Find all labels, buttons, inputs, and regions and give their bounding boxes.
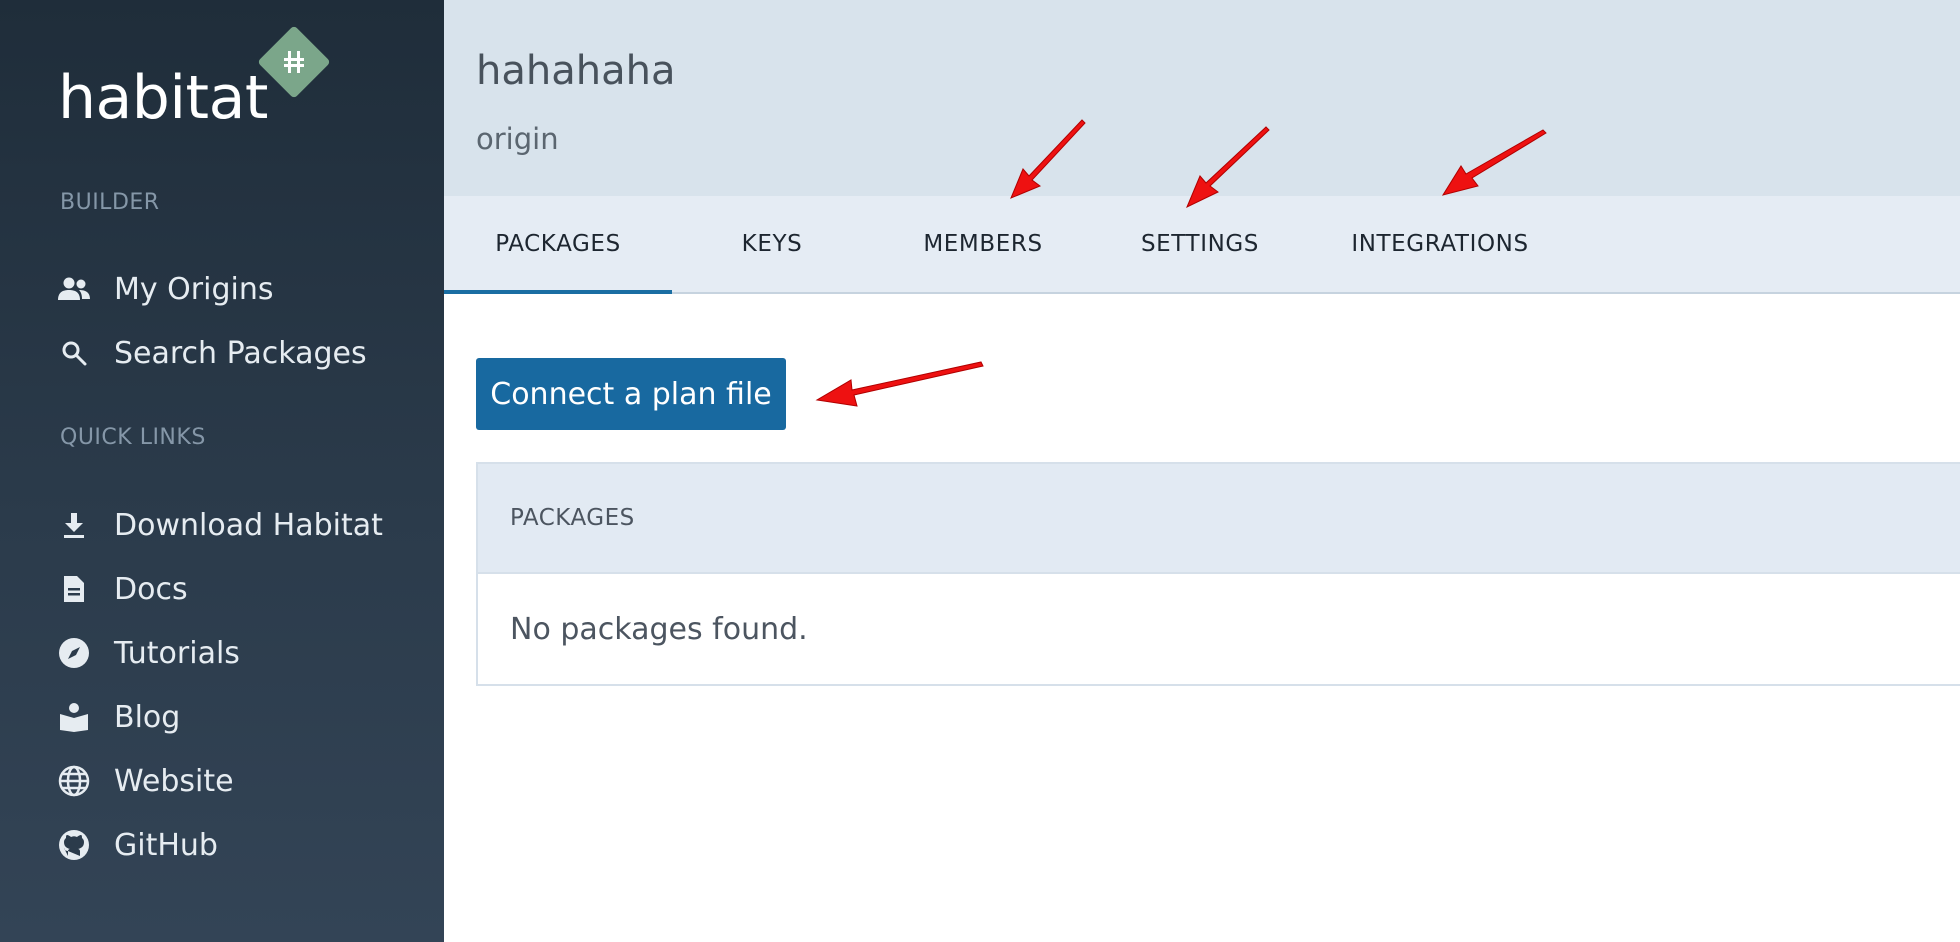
globe-icon bbox=[56, 763, 92, 799]
tab-members[interactable]: MEMBERS bbox=[872, 196, 1094, 292]
page-title: hahahaha bbox=[476, 48, 676, 94]
sidebar-item-label: Docs bbox=[114, 571, 188, 607]
sidebar-item-label: Search Packages bbox=[114, 335, 367, 371]
github-icon bbox=[56, 827, 92, 863]
tab-settings[interactable]: SETTINGS bbox=[1094, 196, 1306, 292]
sidebar-item-label: Blog bbox=[114, 699, 181, 735]
sidebar-item-github[interactable]: GitHub bbox=[56, 820, 218, 870]
tab-bar: PACKAGES KEYS MEMBERS SETTINGS INTEGRATI… bbox=[444, 196, 1960, 294]
book-reader-icon bbox=[56, 699, 92, 735]
packages-panel: PACKAGES No packages found. bbox=[476, 462, 1960, 686]
sidebar: habitat BUILDER My Origins Search Packag… bbox=[0, 0, 444, 942]
sidebar-item-my-origins[interactable]: My Origins bbox=[56, 264, 273, 314]
origin-header: hahahaha origin bbox=[444, 0, 1960, 196]
arrow-connect-button-icon bbox=[815, 361, 984, 407]
packages-panel-heading: PACKAGES bbox=[478, 464, 1960, 574]
sidebar-item-search-packages[interactable]: Search Packages bbox=[56, 328, 367, 378]
tab-packages[interactable]: PACKAGES bbox=[444, 196, 672, 294]
logo-diamond-icon bbox=[257, 25, 331, 99]
logo-text: habitat bbox=[58, 63, 268, 133]
sidebar-item-label: Tutorials bbox=[114, 635, 240, 671]
tab-integrations[interactable]: INTEGRATIONS bbox=[1306, 196, 1574, 292]
sidebar-item-download-habitat[interactable]: Download Habitat bbox=[56, 500, 383, 550]
connect-plan-file-button[interactable]: Connect a plan file bbox=[476, 358, 786, 430]
sidebar-item-label: GitHub bbox=[114, 827, 218, 863]
sidebar-item-label: Download Habitat bbox=[114, 507, 383, 543]
sidebar-item-blog[interactable]: Blog bbox=[56, 692, 180, 742]
sidebar-item-label: My Origins bbox=[114, 271, 274, 307]
builder-heading: BUILDER bbox=[60, 190, 160, 215]
people-icon bbox=[56, 271, 92, 307]
compass-icon bbox=[56, 635, 92, 671]
sidebar-item-docs[interactable]: Docs bbox=[56, 564, 188, 614]
empty-state-message: No packages found. bbox=[510, 611, 808, 647]
sidebar-item-tutorials[interactable]: Tutorials bbox=[56, 628, 240, 678]
tab-keys[interactable]: KEYS bbox=[672, 196, 872, 292]
download-icon bbox=[56, 507, 92, 543]
quick-links-heading: QUICK LINKS bbox=[60, 425, 206, 450]
document-icon bbox=[56, 571, 92, 607]
search-icon bbox=[56, 335, 92, 371]
page-subtitle: origin bbox=[476, 122, 559, 156]
sidebar-item-label: Website bbox=[114, 763, 234, 799]
sidebar-item-website[interactable]: Website bbox=[56, 756, 234, 806]
habitat-logo[interactable]: habitat bbox=[58, 25, 338, 140]
